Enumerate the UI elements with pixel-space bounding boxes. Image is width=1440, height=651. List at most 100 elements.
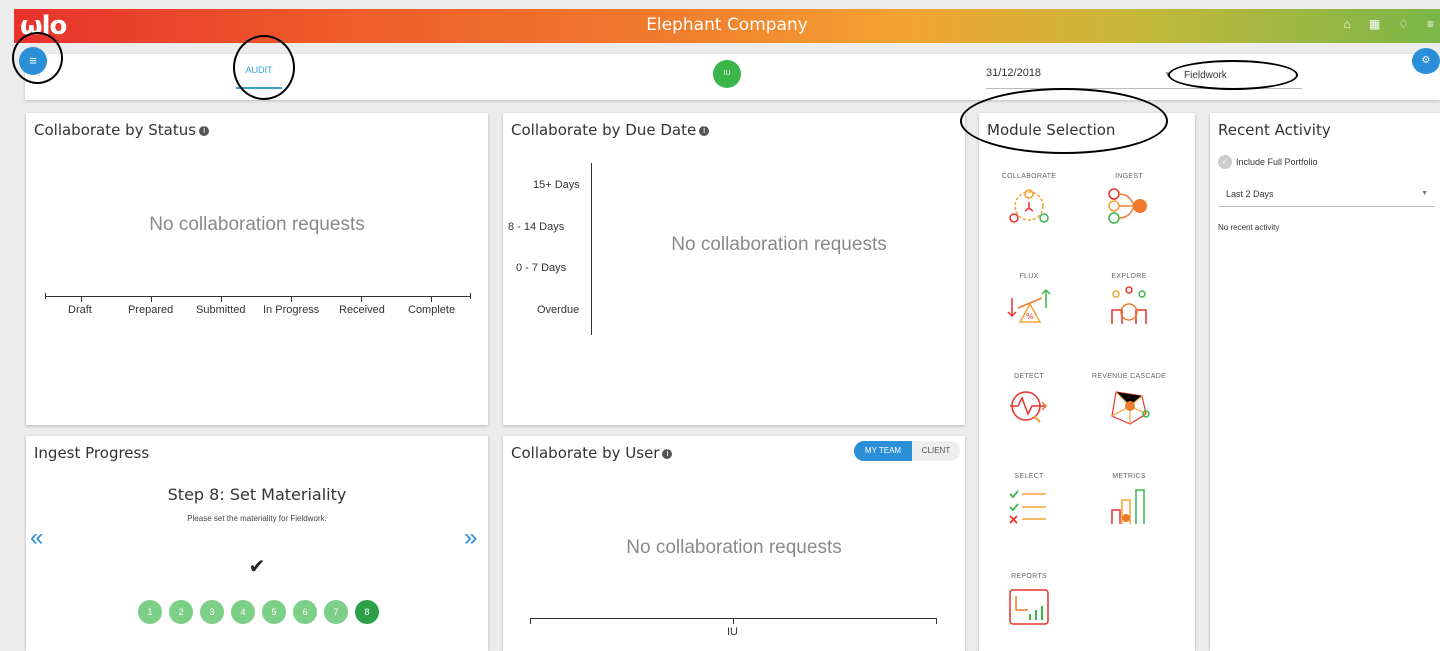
ingest-icon	[1108, 188, 1147, 224]
axis-tick	[291, 296, 292, 302]
chevron-left-icon[interactable]: «	[30, 524, 43, 552]
due-label: 15+ Days	[533, 179, 580, 191]
annotation-circle	[12, 32, 63, 84]
module-label: SELECT	[1014, 473, 1044, 480]
date-value: 31/12/2018	[986, 67, 1042, 79]
recent-activity-panel: Recent Activity ✓ Include Full Portfolio…	[1210, 113, 1440, 651]
module-label: REPORTS	[1011, 573, 1047, 580]
status-card-title: Collaborate by Status	[34, 121, 197, 139]
metrics-icon	[1111, 489, 1145, 524]
revenue-cascade-icon	[1111, 391, 1150, 425]
user-empty-message: No collaboration requests	[626, 537, 842, 558]
axis-tick	[361, 296, 362, 302]
chevron-right-icon[interactable]: »	[464, 524, 477, 552]
info-icon[interactable]: i	[699, 125, 710, 136]
step-dot-active[interactable]: 8	[355, 600, 379, 624]
axis-tick	[81, 296, 82, 302]
step-dot[interactable]: 2	[169, 600, 193, 624]
step-dot[interactable]: 3	[200, 600, 224, 624]
status-label: Complete	[408, 304, 456, 316]
module-detect[interactable]: DETECT	[987, 373, 1071, 426]
ingest-card-title: Ingest Progress	[34, 444, 150, 462]
due-card-title: Collaborate by Due Date	[511, 121, 697, 139]
axis-tick	[431, 296, 432, 302]
module-label: EXPLORE	[1111, 273, 1147, 280]
module-reports[interactable]: REPORTS	[987, 573, 1071, 626]
reports-icon	[1009, 589, 1049, 625]
module-label: METRICS	[1112, 473, 1146, 480]
annotation-circle	[233, 35, 295, 100]
status-label: Received	[339, 304, 385, 316]
due-label: Overdue	[537, 304, 580, 316]
info-icon[interactable]: i	[662, 448, 673, 459]
chevron-down-icon: ▼	[1421, 190, 1428, 197]
svg-text:%: %	[1026, 312, 1034, 321]
annotation-circle	[1168, 60, 1298, 90]
status-empty-message: No collaboration requests	[149, 214, 365, 235]
recent-activity-title: Recent Activity	[1218, 121, 1331, 139]
module-label: DETECT	[1014, 373, 1044, 380]
settings-gear-button[interactable]: ⚙	[1412, 48, 1440, 74]
status-label: Prepared	[128, 304, 174, 316]
no-recent-message: No recent activity	[1218, 223, 1280, 232]
home-icon[interactable]: ⌂	[1344, 17, 1351, 31]
include-portfolio-toggle[interactable]: ✓ Include Full Portfolio	[1218, 155, 1318, 169]
status-label: Submitted	[196, 304, 246, 316]
module-label: INGEST	[1115, 173, 1143, 180]
status-card: Collaborate by Status i No collaboration …	[26, 113, 488, 425]
due-label: 8 - 14 Days	[508, 221, 565, 233]
step-dot[interactable]: 7	[324, 600, 348, 624]
due-label: 0 - 7 Days	[516, 262, 567, 274]
period-date-select[interactable]: 31/12/2018 ▼	[986, 67, 1172, 89]
info-icon[interactable]: i	[199, 125, 210, 136]
date-range-select[interactable]: Last 2 Days ▼	[1218, 183, 1434, 207]
module-collaborate[interactable]: COLLABORATE	[987, 173, 1071, 226]
module-explore[interactable]: EXPLORE	[1087, 273, 1171, 326]
team-client-toggle[interactable]: MY TEAM CLIENT	[854, 441, 960, 461]
module-select[interactable]: SELECT	[987, 473, 1071, 526]
status-x-axis	[45, 296, 471, 297]
include-label: Include Full Portfolio	[1236, 157, 1318, 167]
ingest-card: Ingest Progress Step 8: Set Materiality …	[26, 436, 488, 651]
step-dot[interactable]: 6	[293, 600, 317, 624]
axis-tick	[45, 293, 46, 299]
checkmark-icon: ✔	[248, 556, 266, 578]
due-y-axis	[591, 163, 592, 335]
due-date-card: Collaborate by Due Date i 15+ Days 8 - 14…	[503, 113, 965, 425]
step-indicator: 1 2 3 4 5 6 7 8	[138, 600, 379, 624]
module-revenue-cascade[interactable]: REVENUE CASCADE	[1087, 373, 1171, 426]
user-card: Collaborate by User i No collaboration re…	[503, 436, 965, 651]
detect-icon	[1010, 391, 1048, 423]
flux-icon: %	[1007, 288, 1051, 323]
module-ingest[interactable]: INGEST	[1087, 173, 1171, 226]
step-title: Step 8: Set Materiality	[167, 485, 347, 504]
status-label: Draft	[68, 304, 92, 316]
user-label: IU	[727, 626, 738, 638]
module-label: COLLABORATE	[1001, 173, 1057, 180]
axis-tick	[221, 296, 222, 302]
step-dot[interactable]: 4	[231, 600, 255, 624]
step-dot[interactable]: 1	[138, 600, 162, 624]
axis-tick	[733, 618, 734, 624]
menu-icon[interactable]: ≡	[1427, 17, 1434, 31]
check-icon[interactable]: ✓	[1218, 155, 1232, 169]
explore-icon	[1111, 286, 1147, 324]
top-bar: ωlo Elephant Company ⌂ ▦ ♢ ≡	[14, 9, 1440, 43]
user-card-title: Collaborate by User	[511, 444, 660, 462]
axis-tick	[470, 293, 471, 299]
module-label: FLUX	[1019, 273, 1039, 280]
toggle-client[interactable]: CLIENT	[912, 441, 960, 461]
book-icon[interactable]: ▦	[1369, 17, 1380, 31]
module-metrics[interactable]: METRICS	[1087, 473, 1171, 526]
module-flux[interactable]: FLUX %	[987, 273, 1071, 326]
range-value: Last 2 Days	[1226, 189, 1274, 199]
toggle-my-team[interactable]: MY TEAM	[854, 441, 912, 461]
bell-icon[interactable]: ♢	[1398, 17, 1409, 31]
annotation-circle	[960, 88, 1168, 154]
module-selection-panel: Module Selection COLLABORATE INGEST FLUX…	[979, 113, 1195, 651]
company-title: Elephant Company	[646, 15, 808, 35]
user-avatar[interactable]: IU	[713, 60, 741, 88]
step-description: Please set the materiality for Fieldwork…	[187, 514, 327, 523]
collaborate-icon	[1009, 189, 1049, 223]
step-dot[interactable]: 5	[262, 600, 286, 624]
